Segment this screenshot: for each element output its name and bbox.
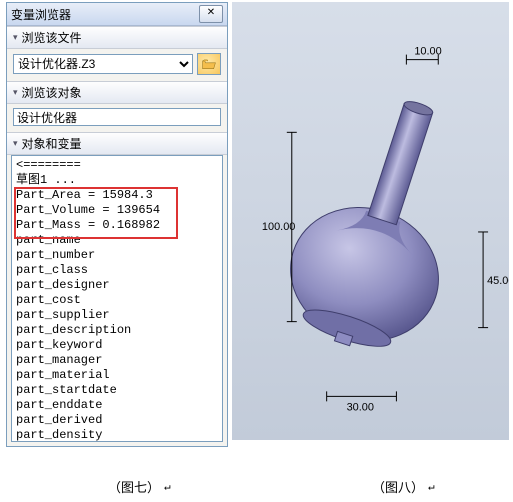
open-file-button[interactable] (197, 53, 221, 75)
model-part (271, 80, 491, 366)
close-button[interactable]: ✕ (199, 5, 223, 23)
section-browse-object-label: 浏览该对象 (22, 84, 82, 101)
file-dropdown[interactable]: 设计优化器.Z3 (13, 54, 193, 74)
dim-base-height: 45.00 (487, 275, 509, 287)
caption-fig7: （图七）↵ (108, 477, 171, 496)
variable-list[interactable]: <======== 草图1 ... Part_Area = 15984.3 Pa… (12, 156, 222, 442)
variable-browser-panel: 变量浏览器 ✕ ▾ 浏览该文件 设计优化器.Z3 ▾ (6, 2, 228, 447)
section-browse-object-body (7, 104, 227, 132)
section-browse-object-header[interactable]: ▾ 浏览该对象 (7, 81, 227, 104)
dim-base-width: 30.00 (347, 401, 374, 413)
chevron-down-icon: ▾ (13, 32, 18, 43)
dim-top-width: 10.00 (414, 46, 441, 58)
chevron-down-icon: ▾ (13, 138, 18, 149)
panel-title: 变量浏览器 (11, 6, 71, 23)
section-browse-file-body: 设计优化器.Z3 (7, 49, 227, 81)
variable-list-container[interactable]: <======== 草图1 ... Part_Area = 15984.3 Pa… (11, 155, 223, 442)
section-variables-label: 对象和变量 (22, 135, 82, 152)
folder-open-icon (202, 58, 216, 70)
object-input[interactable] (13, 108, 221, 126)
section-variables-header[interactable]: ▾ 对象和变量 (7, 132, 227, 155)
panel-titlebar[interactable]: 变量浏览器 ✕ (7, 3, 227, 26)
paragraph-mark-icon: ↵ (428, 480, 435, 493)
chevron-down-icon: ▾ (13, 87, 18, 98)
section-browse-file-label: 浏览该文件 (22, 29, 82, 46)
paragraph-mark-icon: ↵ (164, 480, 171, 493)
caption-fig8: （图八）↵ (372, 477, 435, 496)
section-browse-file-header[interactable]: ▾ 浏览该文件 (7, 26, 227, 49)
model-viewport[interactable]: 10.00 100.00 45.00 (232, 2, 509, 440)
dim-height: 100.00 (262, 221, 296, 233)
